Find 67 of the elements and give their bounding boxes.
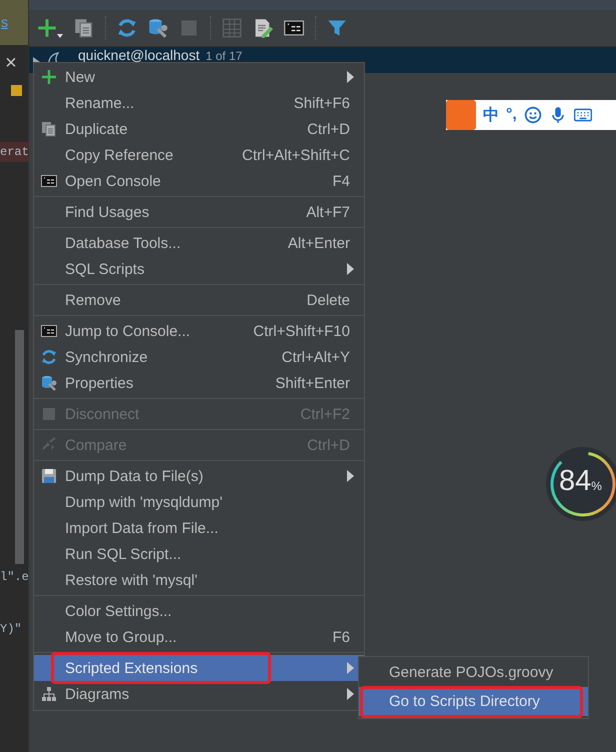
console-icon	[41, 173, 57, 189]
shortcut-label: Alt+Enter	[288, 234, 350, 252]
usage-percent: 84	[559, 465, 592, 498]
keyboard-icon[interactable]	[574, 106, 592, 124]
code-fragment: erat	[0, 142, 29, 162]
menu-item[interactable]: Restore with 'mysql'	[34, 567, 364, 593]
database-wrench-icon[interactable]	[148, 18, 168, 38]
menu-item[interactable]: Jump to Console... Ctrl+Shift+F10	[34, 318, 364, 344]
shortcut-label: Ctrl+Alt+Shift+C	[242, 146, 350, 164]
copy-icon	[41, 121, 57, 137]
menu-item[interactable]: Remove Delete	[34, 287, 364, 313]
shortcut-label: Shift+Enter	[275, 374, 350, 392]
copy-icon[interactable]	[74, 18, 94, 38]
sync-icon	[41, 349, 57, 365]
shortcut-label: F4	[332, 172, 350, 190]
scrollbar-thumb[interactable]	[15, 330, 24, 564]
menu-item[interactable]: Duplicate Ctrl+D	[34, 116, 364, 142]
database-wrench-icon	[41, 375, 57, 391]
submenu-arrow-icon	[347, 71, 354, 83]
menu-item[interactable]: Database Tools... Alt+Enter	[34, 230, 364, 256]
ime-logo-icon	[446, 100, 476, 130]
console-icon	[41, 323, 57, 339]
menu-item[interactable]: Color Settings...	[34, 598, 364, 624]
sync-icon[interactable]	[117, 18, 137, 38]
shortcut-label: Delete	[306, 292, 350, 308]
connection-name: quicknet@localhost	[78, 48, 200, 62]
percent-sign: %	[591, 479, 602, 493]
menu-item[interactable]: Run SQL Script...	[34, 541, 364, 567]
plus-icon	[37, 18, 57, 38]
shortcut-label: Ctrl+Shift+F10	[253, 322, 350, 340]
menu-item[interactable]: Open Console F4	[34, 168, 364, 194]
close-button[interactable]: ×	[0, 51, 22, 75]
menu-item[interactable]: Synchronize Ctrl+Alt+Y	[34, 344, 364, 370]
filter-icon[interactable]	[327, 18, 347, 38]
menu-item[interactable]: Dump with 'mysqldump'	[34, 489, 364, 515]
console-icon[interactable]	[284, 18, 304, 38]
shortcut-label: Ctrl+Alt+Y	[282, 348, 350, 366]
plus-icon	[41, 69, 57, 85]
menu-item[interactable]: SQL Scripts	[34, 256, 364, 282]
menu-item[interactable]: Find Usages Alt+F7	[34, 199, 364, 225]
menu-item[interactable]: Rename... Shift+F6	[34, 90, 364, 116]
compare-icon	[41, 437, 57, 453]
schema-count: 1 of 17	[206, 50, 242, 62]
add-button[interactable]	[37, 18, 63, 38]
code-fragment: Y)"	[0, 622, 22, 636]
document-pencil-icon[interactable]	[253, 18, 273, 38]
smiley-icon[interactable]	[524, 106, 542, 124]
hierarchy-icon	[41, 686, 57, 702]
menu-item[interactable]: Copy Reference Ctrl+Alt+Shift+C	[34, 142, 364, 168]
shortcut-label: Alt+F7	[306, 204, 350, 220]
stop-icon	[41, 406, 57, 422]
shortcut-label: Shift+F6	[294, 94, 350, 112]
menu-item[interactable]: Move to Group... F6	[34, 624, 364, 650]
menu-item[interactable]: Properties Shift+Enter	[34, 370, 364, 396]
menu-item[interactable]: Dump Data to File(s)	[34, 463, 364, 489]
bookmark-marker	[11, 85, 22, 96]
submenu-item[interactable]: Go to Scripts Directory	[359, 687, 588, 716]
memory-gauge[interactable]	[545, 446, 616, 522]
submenu-arrow-icon	[347, 263, 354, 275]
shortcut-label: Ctrl+D	[307, 120, 350, 138]
input-mode-label[interactable]: 中	[483, 104, 499, 126]
shortcut-label: F6	[332, 628, 350, 646]
menu-item[interactable]: Import Data from File...	[34, 515, 364, 541]
punctuation-label[interactable]: °,	[506, 106, 517, 124]
code-fragment: l".e	[0, 570, 29, 584]
submenu-arrow-icon	[347, 470, 354, 482]
menu-item[interactable]: Scripted Extensions	[34, 655, 364, 681]
